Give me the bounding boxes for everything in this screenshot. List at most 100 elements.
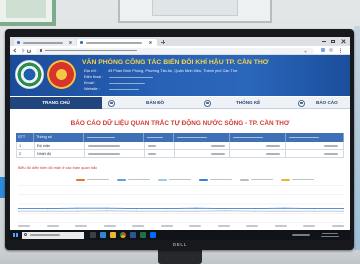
table-cell — [175, 150, 231, 157]
phone-label: Điện thoại : — [84, 75, 104, 79]
windows-start-icon[interactable] — [13, 232, 18, 238]
system-tray — [290, 230, 350, 240]
chart-data-point[interactable] — [313, 207, 315, 210]
file-explorer-icon[interactable] — [110, 232, 116, 238]
close-window-icon[interactable] — [341, 40, 345, 44]
column-header[interactable] — [84, 133, 144, 142]
x-tick-label-blurred — [217, 225, 230, 227]
legend-item[interactable] — [281, 177, 314, 182]
monitoring-table: STT Thông số 1 Độ mặn 2 Nhiệt độ — [16, 133, 344, 158]
chrome-icon[interactable] — [120, 232, 126, 238]
nav-item-home[interactable]: TRANG CHỦ — [10, 97, 102, 109]
header-text-blurred — [289, 136, 319, 139]
map-icon[interactable] — [108, 99, 115, 107]
forward-arrow-icon[interactable] — [20, 48, 25, 53]
legend-item[interactable] — [199, 177, 232, 182]
email-label: Email : — [84, 81, 96, 85]
office-logo[interactable] — [15, 60, 44, 89]
line-chart — [18, 185, 344, 223]
date-blurred[interactable] — [321, 235, 339, 238]
chart-data-point[interactable] — [254, 210, 256, 212]
legend-item[interactable] — [117, 177, 150, 182]
x-tick-label-blurred — [75, 225, 88, 227]
profile-icon[interactable] — [329, 48, 333, 52]
legend-item[interactable] — [158, 177, 191, 182]
chart-data-point[interactable] — [47, 207, 49, 210]
chart-data-point[interactable] — [165, 210, 167, 212]
x-tick-label-blurred — [132, 225, 145, 227]
address-value: 49 Phan Đình Phùng, Phường Tân An, Quận … — [108, 69, 238, 73]
city-emblem-logo — [47, 60, 76, 89]
chart-data-point[interactable] — [254, 207, 256, 210]
taskbar-search-box[interactable] — [22, 231, 84, 239]
chart-data-point[interactable] — [224, 207, 227, 210]
cell-stt: 2 — [17, 150, 35, 157]
column-header-stt[interactable]: STT — [16, 133, 34, 142]
table-row[interactable]: 1 Độ mặn — [16, 142, 344, 150]
browser-menu-icon[interactable] — [340, 48, 341, 53]
excel-icon[interactable] — [140, 232, 146, 238]
nav-item-report[interactable]: BÁO CÁO — [316, 97, 338, 109]
chart-data-point[interactable] — [76, 207, 78, 209]
report-icon[interactable] — [298, 99, 305, 107]
close-tab-icon[interactable] — [149, 41, 152, 44]
cell-stt: 1 — [17, 142, 35, 149]
browser-tab-bar — [10, 37, 350, 46]
search-icon — [24, 233, 27, 237]
column-header[interactable] — [286, 133, 344, 142]
chart-data-point[interactable] — [76, 210, 78, 212]
legend-item[interactable] — [240, 177, 273, 182]
task-view-icon[interactable] — [90, 232, 96, 238]
chart-data-point[interactable] — [106, 210, 108, 212]
chart-data-point[interactable] — [165, 207, 167, 210]
new-tab-icon[interactable] — [161, 40, 165, 44]
chart-data-point[interactable] — [195, 207, 197, 209]
column-header-parameter[interactable]: Thông số — [34, 133, 84, 142]
address-bar[interactable] — [36, 47, 314, 54]
monitor-screen: VĂN PHÒNG CÔNG TÁC BIẾN ĐỔI KHÍ HẬU TP. … — [10, 37, 350, 240]
cell-text-blurred — [266, 153, 281, 155]
chart-data-point[interactable] — [47, 210, 49, 212]
extension-icon[interactable] — [321, 48, 325, 52]
email-value-blurred — [109, 82, 145, 85]
table-row[interactable]: 2 Nhiệt độ — [16, 150, 344, 158]
table-cell — [286, 142, 344, 149]
minimize-icon[interactable] — [322, 41, 326, 42]
x-tick-label-blurred — [46, 225, 59, 227]
legend-item[interactable] — [76, 177, 109, 182]
column-header[interactable] — [230, 133, 286, 142]
tray-icons-blurred[interactable] — [292, 234, 310, 236]
bookmark-star-icon[interactable] — [304, 49, 307, 53]
app-icon[interactable] — [150, 232, 156, 238]
wall-edge — [354, 26, 360, 252]
maximize-icon[interactable] — [331, 39, 335, 43]
x-tick-label-blurred — [189, 225, 202, 227]
main-nav: TRANG CHỦ BẢN ĐỒ THỐNG KÊ BÁO CÁO — [10, 97, 350, 109]
x-tick-label-blurred — [303, 225, 316, 227]
browser-tab-active[interactable] — [77, 39, 157, 46]
reload-icon[interactable] — [27, 48, 31, 53]
column-header[interactable] — [174, 133, 230, 142]
column-header[interactable] — [144, 133, 174, 142]
legend-swatch — [281, 178, 290, 181]
back-arrow-icon[interactable] — [13, 48, 18, 53]
edge-browser-icon[interactable] — [100, 232, 106, 238]
x-tick-label-blurred — [331, 225, 344, 227]
wall-picture-frame — [118, 0, 272, 23]
chart-data-point[interactable] — [135, 210, 138, 212]
close-tab-icon[interactable] — [69, 41, 72, 44]
nav-item-stats[interactable]: THỐNG KÊ — [236, 97, 260, 109]
chart-data-point[interactable] — [284, 210, 286, 212]
nav-item-map[interactable]: BẢN ĐỒ — [146, 97, 164, 109]
browser-tab[interactable] — [14, 39, 76, 46]
clock-blurred[interactable] — [322, 232, 338, 235]
chart-data-point[interactable] — [195, 210, 197, 212]
chart-data-point[interactable] — [135, 207, 138, 210]
legend-swatch — [117, 178, 126, 181]
stats-icon[interactable] — [204, 99, 211, 107]
chart-data-point[interactable] — [224, 210, 227, 212]
chart-data-point[interactable] — [106, 207, 108, 209]
chart-data-point[interactable] — [313, 210, 315, 212]
word-icon[interactable] — [130, 232, 136, 238]
chart-data-point[interactable] — [284, 207, 286, 209]
